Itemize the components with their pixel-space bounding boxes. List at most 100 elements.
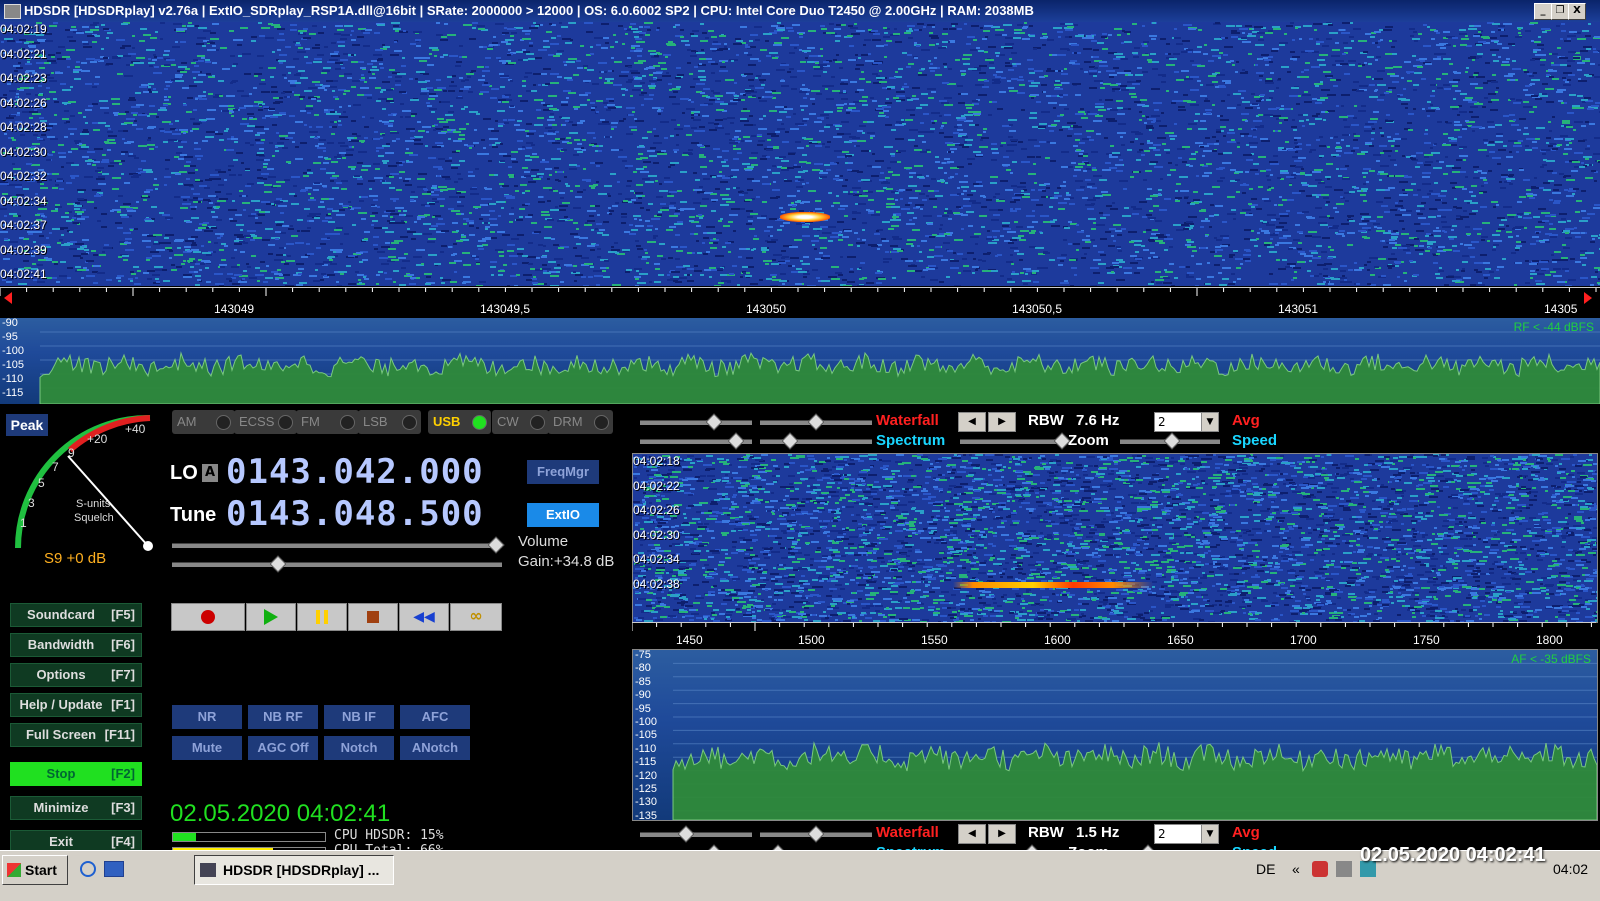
shortcut-key: [F1] (111, 694, 135, 716)
start-button[interactable]: Start (2, 855, 68, 885)
loop-button[interactable]: ∞ (450, 603, 502, 631)
mode-lsb-button[interactable]: LSB (358, 410, 421, 434)
avg-combo[interactable]: 2▼ (1154, 824, 1219, 844)
arrow-right-icon[interactable]: ▶ (988, 412, 1016, 432)
slider-thumb[interactable] (270, 556, 287, 573)
arrow-right-icon[interactable]: ▶ (988, 824, 1016, 844)
slider-thumb[interactable] (488, 537, 505, 554)
time-label: 04:02:38 (633, 577, 680, 591)
options-button[interactable]: Options[F7] (10, 663, 142, 687)
close-window-button[interactable]: X (1568, 3, 1586, 20)
slider-thumb[interactable] (1164, 433, 1181, 450)
notch-button[interactable]: Notch (324, 736, 394, 760)
pause-button[interactable] (297, 603, 347, 631)
network-icon[interactable] (1336, 861, 1352, 877)
mode-ecss-button[interactable]: ECSS (234, 410, 297, 434)
slider-thumb[interactable] (678, 826, 695, 843)
tray-expand-icon[interactable]: « (1292, 861, 1300, 877)
rf-spectrum[interactable]: -90 -95 -100 -105 -110 -115 RF < -44 dBF… (0, 318, 1600, 404)
af-tick-label: 1650 (1167, 633, 1194, 647)
nr-button[interactable]: NR (172, 705, 242, 729)
vfo-a-button[interactable]: A (202, 464, 218, 482)
waterfall-label: Waterfall (876, 824, 939, 841)
waterfall-slider-1[interactable] (640, 832, 752, 837)
play-button[interactable] (246, 603, 296, 631)
internet-explorer-icon[interactable] (80, 861, 96, 877)
agc-off-button[interactable]: AGC Off (248, 736, 318, 760)
slider-thumb[interactable] (728, 433, 745, 450)
freqmgr-button[interactable]: FreqMgr (527, 460, 599, 484)
mode-drm-button[interactable]: DRM (548, 410, 613, 434)
anotch-button[interactable]: ANotch (400, 736, 470, 760)
button-label: Soundcard (11, 604, 111, 626)
waterfall-slider-2[interactable] (760, 420, 872, 425)
af-waterfall[interactable]: 04:02:1804:02:2204:02:2604:02:3004:02:34… (632, 453, 1598, 623)
rewind-icon: ◀◀ (409, 609, 439, 625)
gain-slider[interactable] (172, 562, 502, 567)
slider-thumb[interactable] (808, 826, 825, 843)
rewind-button[interactable]: ◀◀ (399, 603, 449, 631)
rf-tick-label: 143050 (746, 302, 786, 316)
nb-rf-button[interactable]: NB RF (248, 705, 318, 729)
taskbar-clock[interactable]: 04:02 (1553, 861, 1588, 877)
mute-button[interactable]: Mute (172, 736, 242, 760)
speed-slider[interactable] (1120, 439, 1220, 444)
help-update-button[interactable]: Help / Update[F1] (10, 693, 142, 717)
rf-scale-ticks (0, 288, 1600, 300)
af-spectrum[interactable]: -75-80-85-90-95-100-105-110-115-120-125-… (632, 649, 1598, 821)
stop-playback-button[interactable] (348, 603, 398, 631)
taskbar-hdsdr-button[interactable]: HDSDR [HDSDRplay] ... (194, 855, 394, 885)
arrow-left-icon[interactable]: ◀ (958, 824, 986, 844)
af-frequency-scale[interactable]: 1450 1500 1550 1600 1650 1700 1750 1800 (632, 622, 1596, 650)
mode-usb-button[interactable]: USB (428, 410, 491, 434)
volume-slider[interactable] (172, 543, 502, 548)
title-bar[interactable]: HDSDR [HDSDRplay] v2.76a | ExtIO_SDRplay… (0, 0, 1600, 22)
show-desktop-icon[interactable] (104, 861, 124, 877)
language-indicator[interactable]: DE (1256, 861, 1275, 877)
zoom-slider[interactable] (960, 439, 1060, 444)
minimize-window-button[interactable]: _ (1534, 3, 1552, 20)
af-db-label: -120 (635, 771, 657, 782)
af-db-label: -115 (635, 757, 656, 768)
time-label: 04:02:26 (633, 503, 680, 517)
bandwidth-button[interactable]: Bandwidth[F6] (10, 633, 142, 657)
pause-icon (316, 610, 328, 624)
chevron-down-icon: ▼ (1201, 413, 1218, 431)
time-label: 04:02:22 (633, 479, 680, 493)
extio-button[interactable]: ExtIO (527, 503, 599, 527)
record-button[interactable] (171, 603, 245, 631)
minimize-button[interactable]: Minimize[F3] (10, 796, 142, 820)
spectrum-slider-1[interactable] (640, 439, 752, 444)
arrow-left-icon[interactable]: ◀ (958, 412, 986, 432)
slider-thumb[interactable] (706, 414, 723, 431)
restore-window-button[interactable]: ❐ (1551, 3, 1569, 20)
af-db-label: -80 (635, 663, 651, 674)
full-screen-button[interactable]: Full Screen[F11] (10, 723, 142, 747)
spectrum-slider-2[interactable] (760, 439, 872, 444)
rf-waterfall[interactable]: 04:02:1904:02:2104:02:2304:02:2604:02:28… (0, 22, 1600, 286)
slider-thumb[interactable] (782, 433, 799, 450)
mode-am-button[interactable]: AM (172, 410, 235, 434)
time-label: 04:02:39 (0, 243, 47, 257)
slider-thumb[interactable] (808, 414, 825, 431)
desktop-clock-overlay: 02.05.2020 04:02:41 (1360, 844, 1546, 867)
soundcard-button[interactable]: Soundcard[F5] (10, 603, 142, 627)
shortcut-key: [F3] (111, 797, 135, 819)
s-meter-label: +40 (125, 422, 145, 436)
stop-button[interactable]: Stop[F2] (10, 762, 142, 786)
rf-frequency-scale[interactable]: 143049 143049,5 143050 143050,5 143051 1… (0, 287, 1600, 319)
waterfall-slider-2[interactable] (760, 832, 872, 837)
rf-db-label: -100 (2, 346, 24, 357)
afc-button[interactable]: AFC (400, 705, 470, 729)
nb-if-button[interactable]: NB IF (324, 705, 394, 729)
security-icon[interactable] (1312, 861, 1328, 877)
s-meter[interactable]: Peak +40 +20 9 7 5 3 1 S-units Squelch S… (0, 408, 160, 588)
tune-frequency[interactable]: 0143.048.500 (226, 494, 484, 534)
lo-frequency[interactable]: 0143.042.000 (226, 452, 484, 492)
af-db-label: -90 (635, 690, 651, 701)
time-label: 04:02:18 (633, 454, 680, 468)
mode-fm-button[interactable]: FM (296, 410, 359, 434)
avg-combo[interactable]: 2▼ (1154, 412, 1219, 432)
mode-cw-button[interactable]: CW (492, 410, 549, 434)
waterfall-slider-1[interactable] (640, 420, 752, 425)
